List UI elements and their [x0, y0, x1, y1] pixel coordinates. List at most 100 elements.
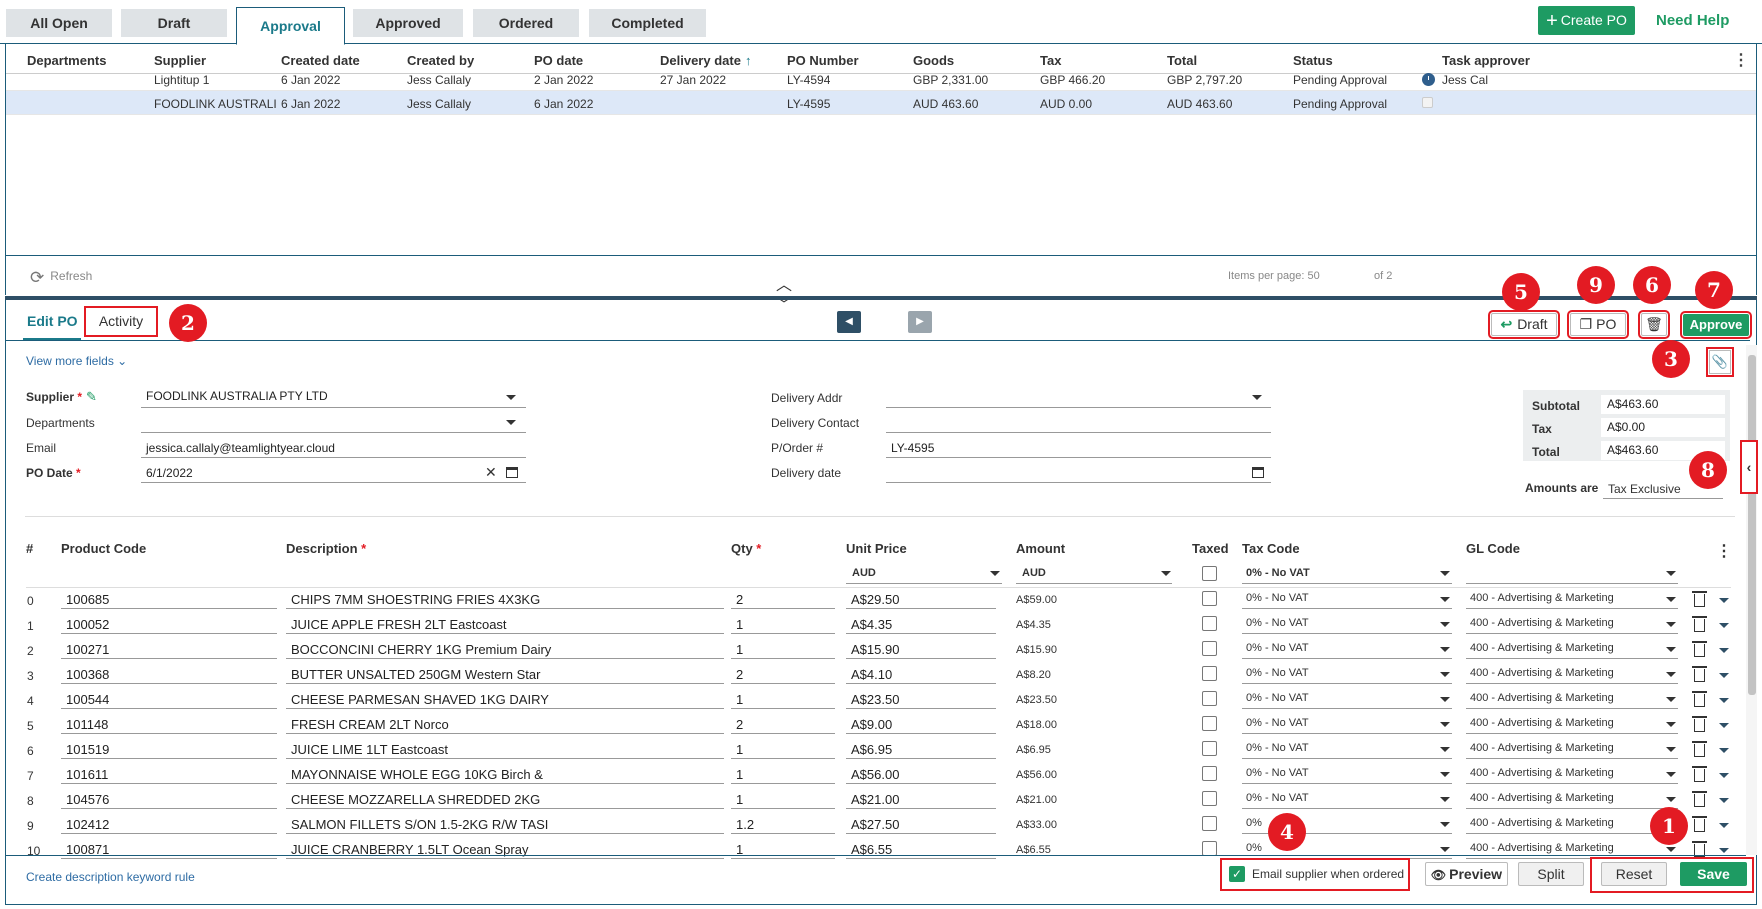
row-expand-icon[interactable]	[1719, 848, 1729, 853]
qty-input[interactable]: 1	[736, 617, 831, 632]
tax-code-default-select[interactable]: 0% - No VAT	[1246, 567, 1310, 579]
description-input[interactable]: CHEESE PARMESAN SHAVED 1KG DAIRY	[291, 692, 721, 707]
chevron-down-icon[interactable]	[1440, 697, 1450, 702]
gl-code-select[interactable]: 400 - Advertising & Marketing	[1470, 817, 1614, 829]
porder-field[interactable]: LY-4595	[891, 441, 934, 455]
product-code-input[interactable]: 100052	[66, 617, 266, 632]
taxed-checkbox[interactable]	[1202, 666, 1217, 681]
preview-button[interactable]: 👁 Preview	[1425, 862, 1508, 886]
taxed-checkbox[interactable]	[1202, 841, 1217, 856]
taxed-all-checkbox[interactable]	[1202, 566, 1217, 581]
qty-input[interactable]: 1	[736, 792, 831, 807]
col-task-approver[interactable]: Task approver	[1442, 53, 1530, 68]
qty-input[interactable]: 2	[736, 592, 831, 607]
tax-code-select[interactable]: 0% - No VAT	[1246, 592, 1309, 604]
col-po-number[interactable]: PO Number	[787, 53, 859, 68]
chevron-down-icon[interactable]	[1440, 672, 1450, 677]
product-code-input[interactable]: 104576	[66, 792, 266, 807]
trash-icon[interactable]	[1692, 766, 1707, 782]
qty-input[interactable]: 1	[736, 742, 831, 757]
tab-approval[interactable]: Approval	[236, 7, 345, 45]
chevron-down-icon[interactable]	[1666, 722, 1676, 727]
unit-price-input[interactable]: A$15.90	[851, 642, 991, 657]
col-po-date[interactable]: PO date	[534, 53, 583, 68]
taxed-checkbox[interactable]	[1202, 741, 1217, 756]
chevron-down-icon[interactable]	[1440, 822, 1450, 827]
gl-code-select[interactable]: 400 - Advertising & Marketing	[1470, 717, 1614, 729]
delivery-date-field[interactable]	[886, 482, 1271, 483]
trash-icon[interactable]	[1692, 816, 1707, 832]
row-expand-icon[interactable]	[1719, 748, 1729, 753]
tax-code-select[interactable]: 0% - No VAT	[1246, 642, 1309, 654]
gl-code-select[interactable]: 400 - Advertising & Marketing	[1470, 692, 1614, 704]
tax-code-select[interactable]: 0% - No VAT	[1246, 667, 1309, 679]
amount-currency-select[interactable]: AUD	[1022, 567, 1046, 579]
taxed-checkbox[interactable]	[1202, 616, 1217, 631]
reset-button[interactable]: Reset	[1601, 862, 1667, 886]
chevron-down-icon[interactable]	[1440, 847, 1450, 852]
chevron-down-icon[interactable]	[1440, 597, 1450, 602]
unit-price-input[interactable]: A$4.35	[851, 617, 991, 632]
product-code-input[interactable]: 100368	[66, 667, 266, 682]
table-row[interactable]: Lightitup 1 6 Jan 2022 Jess Callaly 2 Ja…	[6, 67, 1756, 91]
scrollbar-thumb[interactable]	[1748, 355, 1756, 695]
product-code-input[interactable]: 100271	[66, 642, 266, 657]
chevron-down-icon[interactable]	[1666, 847, 1676, 852]
product-code-input[interactable]: 101519	[66, 742, 266, 757]
qty-input[interactable]: 2	[736, 667, 831, 682]
tab-draft[interactable]: Draft	[121, 9, 227, 37]
col-delivery-date[interactable]: Delivery date ↑	[660, 53, 751, 68]
create-keyword-rule-link[interactable]: Create description keyword rule	[26, 870, 195, 884]
taxed-checkbox[interactable]	[1202, 641, 1217, 656]
taxed-checkbox[interactable]	[1202, 716, 1217, 731]
tab-ordered[interactable]: Ordered	[473, 9, 579, 37]
po-date-field[interactable]: 6/1/2022	[146, 466, 193, 480]
product-code-input[interactable]: 100685	[66, 592, 266, 607]
approve-button[interactable]: Approve	[1680, 311, 1752, 339]
col-status[interactable]: Status	[1293, 53, 1333, 68]
row-expand-icon[interactable]	[1719, 673, 1729, 678]
trash-icon[interactable]	[1692, 791, 1707, 807]
gl-code-select[interactable]: 400 - Advertising & Marketing	[1470, 742, 1614, 754]
chevron-down-icon[interactable]	[1666, 747, 1676, 752]
clear-icon[interactable]: ✕	[485, 464, 497, 481]
col-supplier[interactable]: Supplier	[154, 53, 206, 68]
create-po-button[interactable]: + Create PO	[1538, 6, 1635, 35]
description-input[interactable]: SALMON FILLETS S/ON 1.5-2KG R/W TASI	[291, 817, 721, 832]
chevron-down-icon[interactable]	[1161, 571, 1171, 576]
calendar-icon[interactable]	[506, 467, 518, 478]
row-expand-icon[interactable]	[1719, 598, 1729, 603]
trash-icon[interactable]	[1692, 616, 1707, 632]
chevron-down-icon[interactable]	[1440, 571, 1450, 576]
chevron-down-icon[interactable]	[1252, 395, 1262, 400]
items-per-page[interactable]: Items per page: 50	[1228, 270, 1320, 282]
delivery-addr-field[interactable]	[886, 407, 1271, 408]
attachment-button[interactable]: 📎	[1706, 347, 1734, 377]
trash-icon[interactable]	[1692, 641, 1707, 657]
email-supplier-label[interactable]: Email supplier when ordered	[1252, 867, 1404, 881]
qty-input[interactable]: 1	[736, 642, 831, 657]
chevron-down-icon[interactable]	[1440, 622, 1450, 627]
chevron-down-icon[interactable]	[1666, 571, 1676, 576]
trash-icon[interactable]	[1692, 716, 1707, 732]
qty-input[interactable]: 2	[736, 717, 831, 732]
tax-code-select[interactable]: 0%	[1246, 817, 1262, 829]
unit-price-currency-select[interactable]: AUD	[852, 567, 876, 579]
col-goods[interactable]: Goods	[913, 53, 954, 68]
unit-price-input[interactable]: A$29.50	[851, 592, 991, 607]
sort-ascending-icon[interactable]: ↑	[745, 53, 752, 68]
row-expand-icon[interactable]	[1719, 648, 1729, 653]
qty-input[interactable]: 1	[736, 692, 831, 707]
departments-field[interactable]	[141, 432, 526, 433]
refresh-button[interactable]: ⟳ Refresh	[30, 268, 92, 288]
chevron-down-icon[interactable]	[1440, 647, 1450, 652]
tax-code-select[interactable]: 0% - No VAT	[1246, 792, 1309, 804]
unit-price-input[interactable]: A$23.50	[851, 692, 991, 707]
product-code-input[interactable]: 101148	[66, 717, 266, 732]
chevron-down-icon[interactable]	[1666, 622, 1676, 627]
description-input[interactable]: MAYONNAISE WHOLE EGG 10KG Birch &	[291, 767, 721, 782]
taxed-checkbox[interactable]	[1202, 591, 1217, 606]
lines-menu-icon[interactable]: ⋮	[1716, 541, 1732, 561]
chevron-down-icon[interactable]	[506, 395, 516, 400]
row-expand-icon[interactable]	[1719, 698, 1729, 703]
